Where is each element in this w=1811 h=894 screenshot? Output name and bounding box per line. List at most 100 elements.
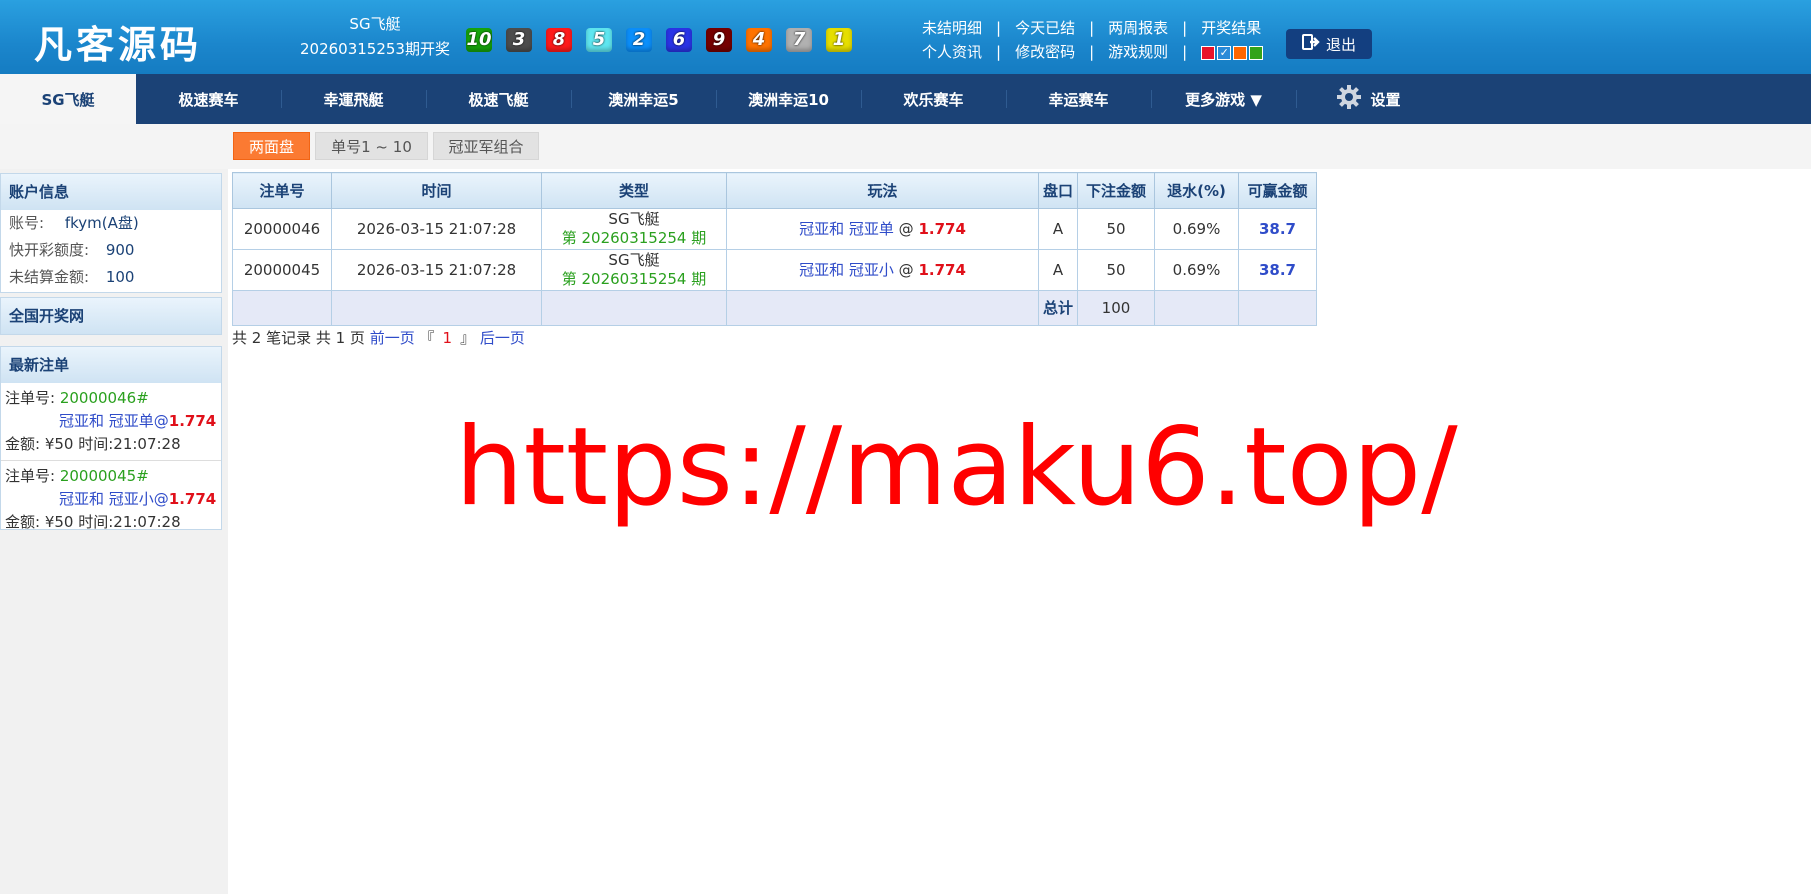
win-amount: 38.7 bbox=[1258, 260, 1296, 279]
pagination: 共 2 笔记录 共 1 页 前一页 『 1 』 后一页 bbox=[232, 327, 525, 348]
subtab-single-number[interactable]: 单号1 ~ 10 bbox=[315, 132, 428, 160]
order-number-label: 注单号: bbox=[5, 389, 56, 407]
nav-tab-more-games[interactable]: 更多游戏 ▼ bbox=[1151, 74, 1296, 124]
order-number: 20000046# bbox=[59, 389, 149, 407]
result-ball: 2 bbox=[626, 28, 652, 52]
at-sign: @ bbox=[898, 219, 914, 238]
ball-number: 5 bbox=[592, 29, 606, 50]
link-two-week-report[interactable]: 两周报表 bbox=[1108, 16, 1168, 40]
theme-swatch[interactable]: ✓ bbox=[1217, 45, 1232, 60]
link-draw-results[interactable]: 开奖结果 bbox=[1201, 16, 1261, 40]
link-change-password[interactable]: 修改密码 bbox=[1015, 40, 1075, 64]
total-empty-cell bbox=[1238, 290, 1317, 326]
unsettled-value: 100 bbox=[105, 268, 135, 286]
ball-number: 4 bbox=[752, 29, 766, 50]
nav-tab-speed-racing[interactable]: 极速赛车 bbox=[136, 74, 281, 124]
result-ball: 1 bbox=[826, 28, 852, 52]
table-row: 20000046 2026-03-15 21:07:28 SG飞艇第 20260… bbox=[232, 208, 1317, 250]
ball-number: 6 bbox=[672, 29, 686, 50]
result-ball: 10 bbox=[466, 28, 492, 52]
odds: 1.774 bbox=[918, 219, 966, 238]
logout-label: 退出 bbox=[1325, 35, 1356, 54]
order-number-label: 注单号: bbox=[5, 467, 56, 485]
ball-number: 1 bbox=[832, 29, 846, 50]
result-ball: 9 bbox=[706, 28, 732, 52]
cell-time: 2026-03-15 21:07:28 bbox=[331, 249, 542, 291]
nav-tab-speed-airship[interactable]: 极速飞艇 bbox=[426, 74, 571, 124]
link-game-rules[interactable]: 游戏规则 bbox=[1108, 40, 1168, 64]
link-personal-info[interactable]: 个人资讯 bbox=[922, 40, 982, 64]
quota-row: 快开彩额度: 900 bbox=[1, 237, 221, 264]
separator: | bbox=[1182, 19, 1188, 37]
result-ball: 8 bbox=[546, 28, 572, 52]
top-links-row-1: 未结明细 | 今天已结 | 两周报表 | 开奖结果 bbox=[922, 16, 1265, 40]
order-play: 冠亚和 冠亚小 bbox=[59, 490, 154, 508]
game-name: SG飞艇 bbox=[608, 251, 660, 269]
settings-label: 设置 bbox=[1370, 90, 1401, 109]
order-play: 冠亚和 冠亚单 bbox=[59, 412, 154, 430]
cell-order-id: 20000046 bbox=[232, 208, 332, 250]
game-name: SG飞艇 bbox=[608, 210, 660, 228]
gear-icon bbox=[1336, 84, 1362, 114]
theme-swatch[interactable] bbox=[1201, 45, 1216, 60]
nav-tab-lucky-airship[interactable]: 幸運飛艇 bbox=[281, 74, 426, 124]
top-header: 凡客源码 SG飞艇 20260315253期开奖 10 3 8 5 2 6 9 4 7 1 未结明… bbox=[0, 0, 1811, 74]
cell-market: A bbox=[1038, 208, 1078, 250]
next-page-link[interactable]: 后一页 bbox=[480, 329, 525, 347]
total-empty-cell bbox=[726, 290, 1039, 326]
recent-order-item: 注单号: 20000046# 冠亚和 冠亚单@1.774 金额: ¥50 时间:… bbox=[1, 383, 221, 461]
cell-type: SG飞艇第 20260315254 期 bbox=[541, 249, 727, 291]
draw-period: 20260315253期开奖 bbox=[300, 40, 450, 58]
cell-rebate: 0.69% bbox=[1154, 249, 1239, 291]
nav-tab-aus-lucky-10[interactable]: 澳洲幸运10 bbox=[716, 74, 861, 124]
result-ball: 5 bbox=[586, 28, 612, 52]
cell-time: 2026-03-15 21:07:28 bbox=[331, 208, 542, 250]
subtab-two-sides[interactable]: 两面盘 bbox=[233, 132, 310, 160]
nav-tab-sg-airship[interactable]: SG飞艇 bbox=[0, 74, 136, 124]
link-today-settled[interactable]: 今天已结 bbox=[1015, 16, 1075, 40]
recent-orders-panel: 最新注单 注单号: 20000046# 冠亚和 冠亚单@1.774 金额: ¥5… bbox=[0, 346, 222, 531]
game-nav: SG飞艇 极速赛车 幸運飛艇 极速飞艇 澳洲幸运5 澳洲幸运10 欢乐赛车 幸运… bbox=[0, 74, 1811, 124]
cell-play: 冠亚和 冠亚小 @ 1.774 bbox=[726, 249, 1039, 291]
result-ball: 7 bbox=[786, 28, 812, 52]
cell-bet-amount: 50 bbox=[1077, 249, 1155, 291]
play-type-bar: 两面盘 单号1 ~ 10 冠亚军组合 bbox=[0, 124, 1811, 169]
theme-swatch[interactable] bbox=[1233, 45, 1248, 60]
lottery-site-panel[interactable]: 全国开奖网 bbox=[0, 297, 222, 335]
current-page[interactable]: 1 bbox=[443, 329, 453, 347]
close-bracket: 』 bbox=[460, 329, 476, 347]
lottery-site-link[interactable]: 全国开奖网 bbox=[1, 298, 221, 334]
nav-tab-happy-racing[interactable]: 欢乐赛车 bbox=[861, 74, 1006, 124]
open-bracket: 『 bbox=[419, 329, 435, 347]
order-number: 20000045# bbox=[59, 467, 149, 485]
separator: | bbox=[1089, 19, 1095, 37]
theme-swatch[interactable] bbox=[1249, 45, 1264, 60]
result-ball: 4 bbox=[746, 28, 772, 52]
logout-button[interactable]: 退出 bbox=[1286, 29, 1372, 59]
subtab-champion-combo[interactable]: 冠亚军组合 bbox=[433, 132, 539, 160]
separator: | bbox=[996, 19, 1002, 37]
total-amount: 100 bbox=[1077, 290, 1155, 326]
orders-table-wrap: 注单号 时间 类型 玩法 盘口 下注金额 退水(%) 可赢金额 20000046… bbox=[232, 172, 1317, 326]
nav-tab-aus-lucky-5[interactable]: 澳洲幸运5 bbox=[571, 74, 716, 124]
separator: | bbox=[1182, 43, 1188, 61]
sidebar: 账户信息 账号: fkym(A盘) 快开彩额度: 900 未结算金额: 100 … bbox=[0, 169, 228, 894]
cell-win-amount: 38.7 bbox=[1238, 249, 1317, 291]
play-name: 冠亚和 冠亚小 bbox=[799, 260, 894, 279]
play-name: 冠亚和 冠亚单 bbox=[799, 219, 894, 238]
recent-orders-title: 最新注单 bbox=[1, 347, 221, 383]
ball-number: 8 bbox=[552, 29, 566, 50]
table-total-row: 总计 100 bbox=[232, 290, 1317, 326]
quota-value: 900 bbox=[105, 241, 135, 259]
col-rebate: 退水(%) bbox=[1154, 172, 1239, 209]
separator: | bbox=[1089, 43, 1095, 61]
cell-type: SG飞艇第 20260315254 期 bbox=[541, 208, 727, 250]
total-label: 总计 bbox=[1038, 290, 1078, 326]
unsettled-label: 未结算金额: bbox=[9, 268, 90, 286]
ball-number: 3 bbox=[512, 29, 526, 50]
link-unsettled-detail[interactable]: 未结明细 bbox=[922, 16, 982, 40]
at-sign: @ bbox=[153, 490, 169, 508]
settings-button[interactable]: 设置 bbox=[1296, 74, 1441, 124]
prev-page-link[interactable]: 前一页 bbox=[370, 329, 415, 347]
nav-tab-lucky-racing[interactable]: 幸运赛车 bbox=[1006, 74, 1151, 124]
